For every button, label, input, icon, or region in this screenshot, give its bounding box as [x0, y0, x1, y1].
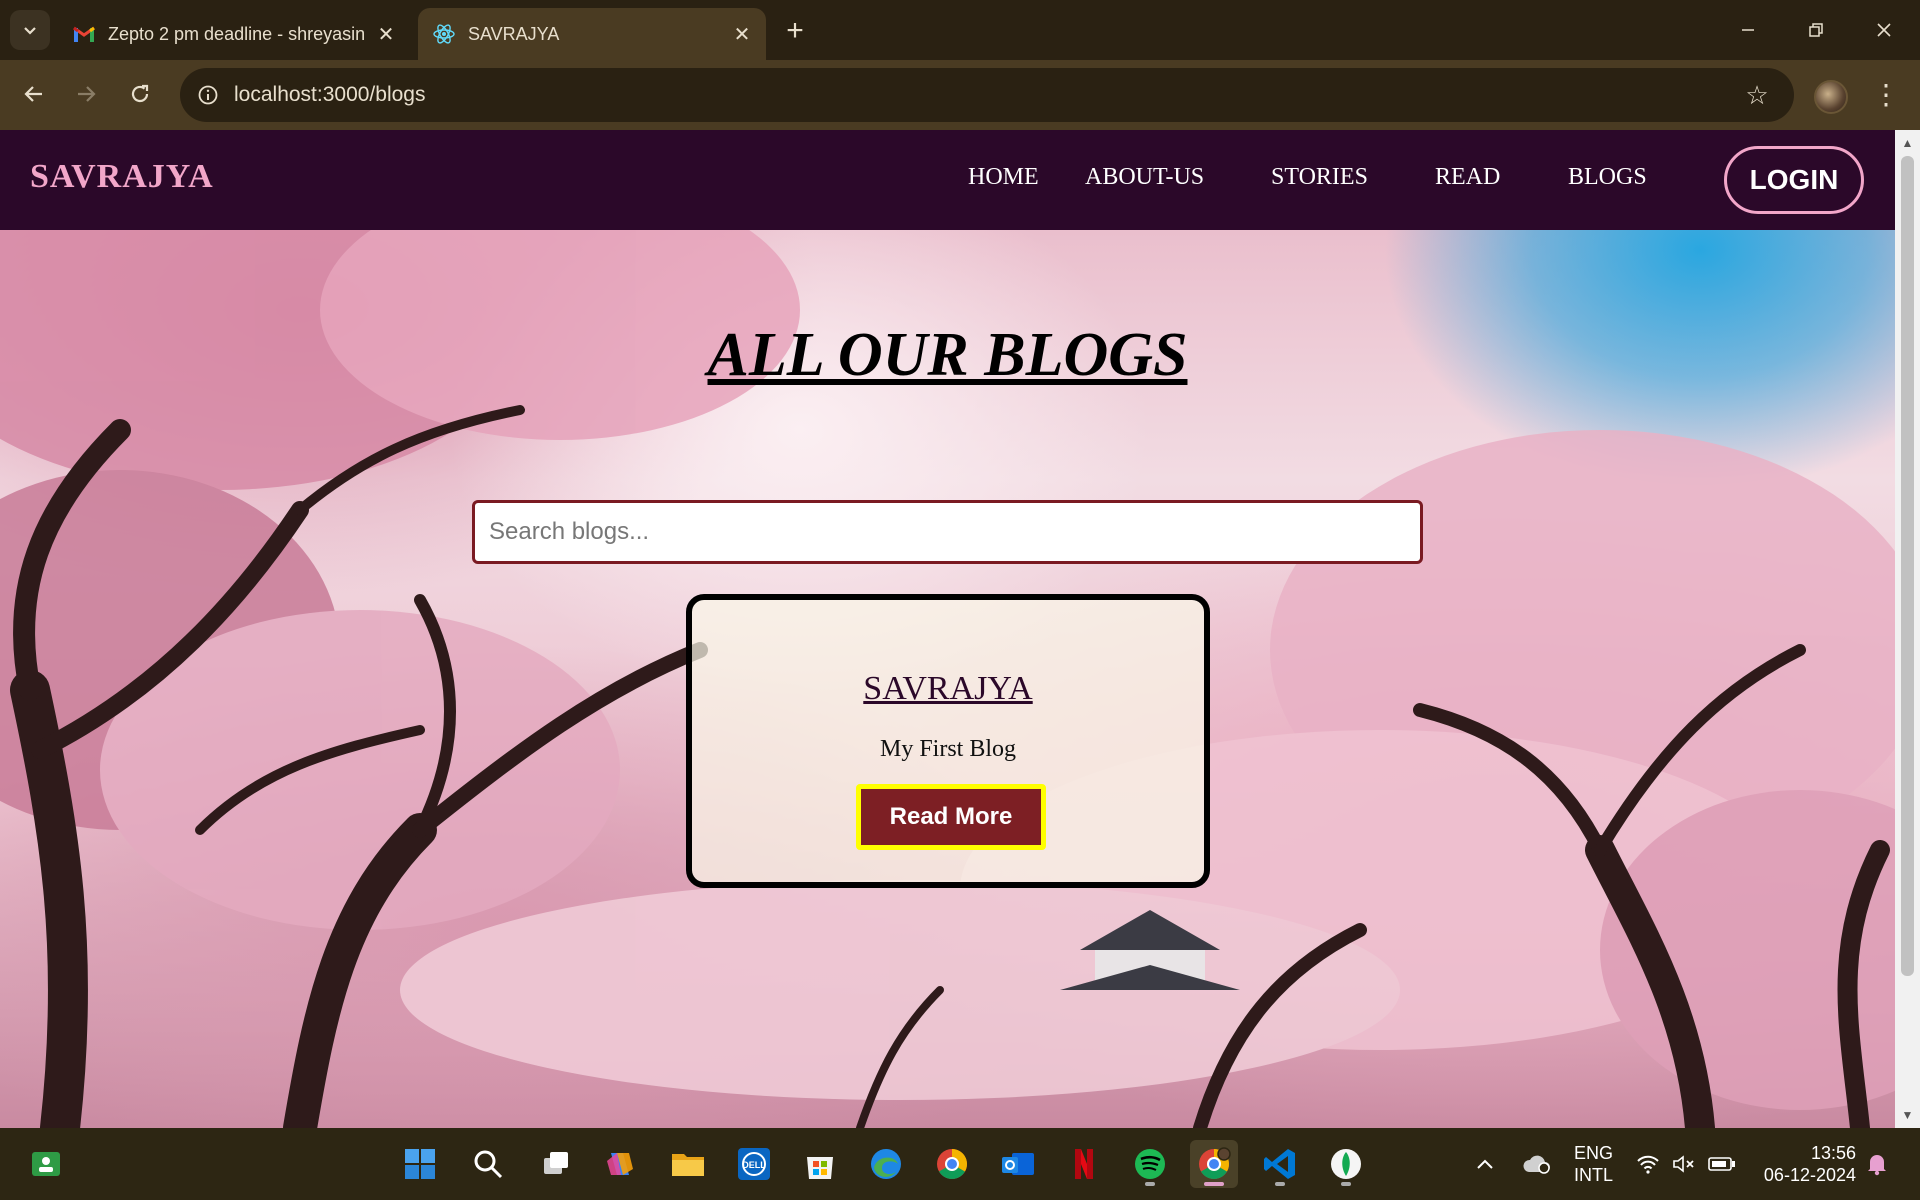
wifi-icon[interactable] [1636, 1128, 1666, 1200]
file-explorer-icon[interactable] [664, 1140, 712, 1188]
blog-card: SAVRAJYA My First Blog Read More [686, 594, 1210, 888]
keyboard-layout: INTL [1574, 1165, 1614, 1185]
search-input[interactable] [472, 500, 1423, 564]
mongodb-compass-icon[interactable] [1322, 1140, 1370, 1188]
notification-bell-icon[interactable] [1866, 1128, 1896, 1200]
scroll-up-arrow-icon[interactable]: ▲ [1895, 134, 1920, 152]
active-indicator [1204, 1182, 1224, 1186]
scroll-thumb[interactable] [1901, 156, 1914, 976]
windows-start-icon[interactable] [396, 1140, 444, 1188]
running-indicator [1145, 1182, 1155, 1186]
edge-icon[interactable] [862, 1140, 910, 1188]
arrow-right-icon [78, 86, 96, 102]
site-navbar: SAVRAJYA HOME ABOUT-US STORIES READ BLOG… [0, 130, 1895, 230]
nav-link-home[interactable]: HOME [968, 164, 1039, 191]
new-tab-button[interactable]: + [778, 14, 812, 48]
reload-button[interactable] [120, 74, 160, 114]
react-icon [432, 22, 456, 46]
close-tab-icon[interactable]: ✕ [728, 20, 756, 48]
search-icon[interactable] [464, 1140, 512, 1188]
copilot-icon[interactable] [596, 1140, 644, 1188]
nav-link-read[interactable]: READ [1435, 164, 1500, 191]
onedrive-cloud-icon[interactable] [1522, 1128, 1558, 1200]
browser-toolbar: localhost:3000/blogs ☆ ⋮ [0, 60, 1920, 130]
close-window-button[interactable] [1850, 0, 1918, 60]
address-bar[interactable]: localhost:3000/blogs ☆ [180, 68, 1794, 122]
url-text: localhost:3000/blogs [234, 83, 426, 106]
tab-search-button[interactable] [10, 10, 50, 50]
input-language-indicator[interactable]: ENG INTL [1574, 1142, 1613, 1186]
chrome-icon[interactable] [928, 1140, 976, 1188]
running-indicator [1341, 1182, 1351, 1186]
nav-link-stories[interactable]: STORIES [1271, 164, 1368, 191]
tab-title: Zepto 2 pm deadline - shreyasin [108, 23, 366, 44]
running-indicator [1275, 1182, 1285, 1186]
blog-description: My First Blog [879, 736, 1017, 762]
microsoft-store-icon[interactable] [796, 1140, 844, 1188]
login-button[interactable]: LOGIN [1724, 146, 1864, 214]
outlook-icon[interactable] [994, 1140, 1042, 1188]
chevron-down-icon [24, 27, 36, 35]
svg-text:DELL: DELL [742, 1160, 766, 1170]
spotify-icon[interactable] [1126, 1140, 1174, 1188]
forward-button[interactable] [66, 74, 106, 114]
close-icon [1877, 23, 1891, 37]
clock-date: 06-12-2024 [1763, 1165, 1856, 1185]
site-info-icon[interactable] [194, 81, 222, 109]
nav-link-blogs[interactable]: BLOGS [1568, 164, 1647, 191]
browser-menu-icon[interactable]: ⋮ [1868, 74, 1904, 114]
nav-link-about-us[interactable]: ABOUT-US [1085, 164, 1204, 191]
page-viewport: SAVRAJYA HOME ABOUT-US STORIES READ BLOG… [0, 130, 1895, 1128]
browser-tab-savrajya[interactable]: SAVRAJYA ✕ [418, 8, 766, 60]
arrow-left-icon [24, 86, 42, 102]
chrome-profile-icon[interactable] [1190, 1140, 1238, 1188]
read-more-button[interactable]: Read More [856, 784, 1046, 850]
gmail-icon [72, 22, 96, 46]
bookmark-star-icon[interactable]: ☆ [1742, 80, 1772, 110]
vscode-icon[interactable] [1256, 1140, 1304, 1188]
reload-icon [131, 84, 149, 103]
language-code: ENG [1574, 1143, 1614, 1163]
back-button[interactable] [14, 74, 54, 114]
battery-icon[interactable] [1708, 1128, 1742, 1200]
windows-taskbar: DELL ENG INTL 13:56 06-12-2024 [0, 1128, 1920, 1200]
scroll-down-arrow-icon[interactable]: ▼ [1895, 1106, 1920, 1124]
minimize-window-button[interactable] [1714, 0, 1782, 60]
blog-title: SAVRAJYA [863, 670, 1033, 707]
browser-tab-gmail[interactable]: Zepto 2 pm deadline - shreyasin ✕ [58, 8, 410, 60]
dell-icon[interactable]: DELL [730, 1140, 778, 1188]
task-view-icon[interactable] [532, 1140, 580, 1188]
netflix-icon[interactable] [1060, 1140, 1108, 1188]
widgets-icon[interactable] [22, 1140, 70, 1188]
minimize-icon [1742, 29, 1754, 31]
tab-title: SAVRAJYA [468, 23, 560, 44]
show-hidden-icons-chevron-up-icon[interactable] [1476, 1128, 1506, 1200]
restore-icon [1809, 23, 1823, 37]
profile-avatar[interactable] [1814, 80, 1848, 114]
browser-tab-strip: Zepto 2 pm deadline - shreyasin ✕ SAVRAJ… [0, 0, 1920, 60]
site-logo[interactable]: SAVRAJYA [30, 158, 214, 196]
page-scrollbar[interactable]: ▲ ▼ [1895, 130, 1920, 1128]
clock-time: 13:56 [1810, 1143, 1856, 1163]
restore-window-button[interactable] [1782, 0, 1850, 60]
volume-muted-icon[interactable] [1672, 1128, 1702, 1200]
page-title: ALL OUR BLOGS [707, 321, 1188, 389]
close-tab-icon[interactable]: ✕ [372, 20, 400, 48]
system-clock[interactable]: 13:56 06-12-2024 [1752, 1142, 1856, 1186]
